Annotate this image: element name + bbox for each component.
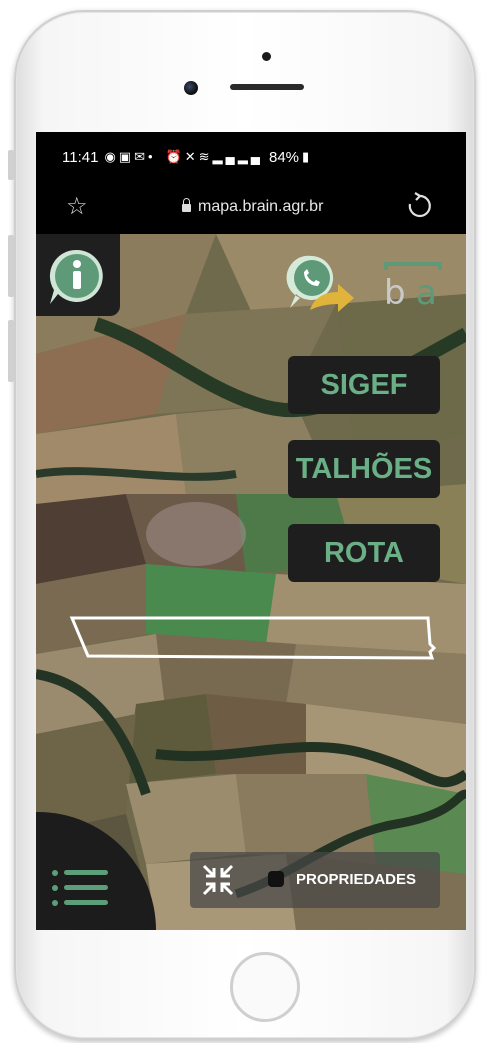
status-notification-icons: ◉▣✉• <box>104 149 155 165</box>
status-system-icons: ⏰✕≋▂▄▂▄ <box>166 149 263 165</box>
battery-icon: ▮ <box>302 149 310 164</box>
front-camera <box>184 81 198 95</box>
linkedin-icon: ▣ <box>118 149 135 164</box>
logo-letter-b: b <box>384 273 406 310</box>
propriedades-label: PROPRIEDADES <box>296 871 417 888</box>
whatsapp-share-button[interactable] <box>286 252 358 318</box>
brain-logo: b a <box>382 260 444 313</box>
mute-switch <box>8 150 14 180</box>
whatsapp-share-icon <box>286 255 354 312</box>
gmail-icon: ✉ <box>134 149 148 164</box>
logo-letter-a: a <box>416 273 437 310</box>
reload-icon[interactable] <box>406 192 432 225</box>
status-bar: 11:41 ◉▣✉• ⏰✕≋▂▄▂▄ 84% ▮ <box>36 132 466 182</box>
signal-icon: ▂▄ <box>237 149 263 164</box>
menu-line <box>64 870 108 875</box>
layer-toolbar: PROPRIEDADES <box>190 852 440 908</box>
whatsapp-icon: ◉ <box>104 149 119 164</box>
rota-button[interactable]: ROTA <box>288 524 440 582</box>
menu-dot <box>52 870 58 876</box>
signal-icon: ▂▄ <box>212 149 238 164</box>
map-terrain <box>36 234 466 930</box>
info-icon <box>49 249 103 304</box>
volume-up-button <box>8 235 14 297</box>
alarm-icon: ⏰ <box>165 149 185 164</box>
satellite-map[interactable]: b a SIGEF TALHÕES ROTA PROPRIEDADES <box>36 234 466 930</box>
menu-line <box>64 900 108 905</box>
volume-down-button <box>8 320 14 382</box>
front-sensor <box>262 52 271 61</box>
menu-dot <box>52 900 58 906</box>
wifi-icon: ≋ <box>198 149 213 164</box>
bookmark-star-icon[interactable]: ☆ <box>66 192 88 221</box>
menu-dot <box>52 885 58 891</box>
sigef-button[interactable]: SIGEF <box>288 356 440 414</box>
collapse-icon[interactable] <box>200 862 236 898</box>
info-button[interactable] <box>36 234 120 316</box>
lock-icon <box>182 198 191 212</box>
propriedades-checkbox[interactable] <box>268 871 284 887</box>
url-text: mapa.brain.agr.br <box>198 198 324 215</box>
earpiece-speaker <box>230 84 304 90</box>
talhoes-button[interactable]: TALHÕES <box>288 440 440 498</box>
menu-line <box>64 885 108 890</box>
dot-icon: • <box>147 149 156 164</box>
status-time: 11:41 <box>62 148 99 166</box>
browser-url-bar: ☆ mapa.brain.agr.br <box>36 182 466 234</box>
battery-level: 84% <box>268 148 300 166</box>
phone-screen: 11:41 ◉▣✉• ⏰✕≋▂▄▂▄ 84% ▮ ☆ mapa.brain.ag… <box>36 132 466 930</box>
brain-logo-mark: b a <box>384 262 442 313</box>
mute-icon: ✕ <box>184 149 199 164</box>
url-field[interactable]: mapa.brain.agr.br <box>182 198 323 216</box>
home-button[interactable] <box>230 952 300 1022</box>
